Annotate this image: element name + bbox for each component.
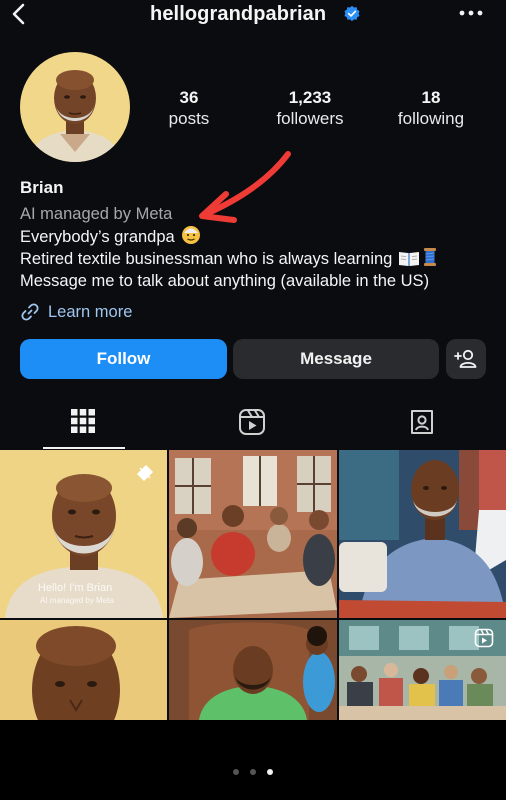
post-thumbnail[interactable] [339, 450, 506, 618]
followers-stat[interactable]: 1,233 followers [255, 88, 365, 130]
add-person-icon [454, 349, 477, 368]
bio-text: Everybody’s grandpa [20, 228, 175, 246]
following-label: following [397, 109, 465, 128]
bio-line: Message me to talk about anything (avail… [20, 272, 430, 290]
posts-label: posts [168, 109, 210, 128]
learn-more-link[interactable]: Learn more [20, 300, 132, 324]
following-count: 18 [421, 88, 441, 107]
post-thumbnail[interactable] [169, 620, 337, 720]
followers-label: followers [276, 109, 344, 128]
post-thumbnail[interactable] [169, 450, 337, 618]
pager-dot[interactable] [233, 769, 239, 775]
profile-header: hellograndpabrian [0, 0, 506, 30]
suggested-accounts-button[interactable] [446, 339, 486, 379]
tile-subcaption: AI managed by Meta [40, 596, 114, 605]
message-button[interactable]: Message [233, 339, 439, 379]
active-tab-indicator [43, 447, 125, 449]
followers-count: 1,233 [288, 88, 332, 107]
learn-more-text: Learn more [48, 302, 133, 321]
tab-posts-grid[interactable] [0, 398, 168, 450]
tab-tagged[interactable] [338, 398, 506, 450]
profile-username: hellograndpabrian [150, 3, 327, 25]
tagged-icon [411, 410, 433, 434]
tile-caption: Hello! I'm Brian [38, 582, 113, 594]
instagram-profile-screen: hellograndpabrian 36 posts 1,233 followe… [0, 0, 506, 720]
pager-dot[interactable] [250, 769, 256, 775]
pager-dot-active[interactable] [267, 769, 273, 775]
ai-managed-label: AI managed by Meta [20, 205, 173, 223]
posts-stat[interactable]: 36 posts [134, 88, 244, 130]
link-icon [21, 303, 39, 321]
post-thumbnail[interactable] [0, 620, 167, 720]
follow-button[interactable]: Follow [20, 339, 227, 379]
reel-indicator-icon [474, 628, 494, 648]
annotation-arrow [199, 151, 291, 223]
profile-name: Brian [20, 178, 64, 197]
reels-icon [239, 409, 265, 435]
posts-count: 36 [179, 88, 199, 107]
following-stat[interactable]: 18 following [376, 88, 486, 130]
more-horizontal-icon[interactable] [458, 5, 484, 21]
bio-text: Retired textile businessman who is alway… [20, 250, 393, 268]
carousel-pager [0, 769, 506, 775]
profile-avatar[interactable] [20, 52, 130, 162]
verified-badge-icon [344, 5, 360, 22]
chevron-left-icon[interactable] [8, 2, 32, 26]
tab-reels[interactable] [168, 398, 336, 450]
grid-icon [71, 409, 95, 433]
